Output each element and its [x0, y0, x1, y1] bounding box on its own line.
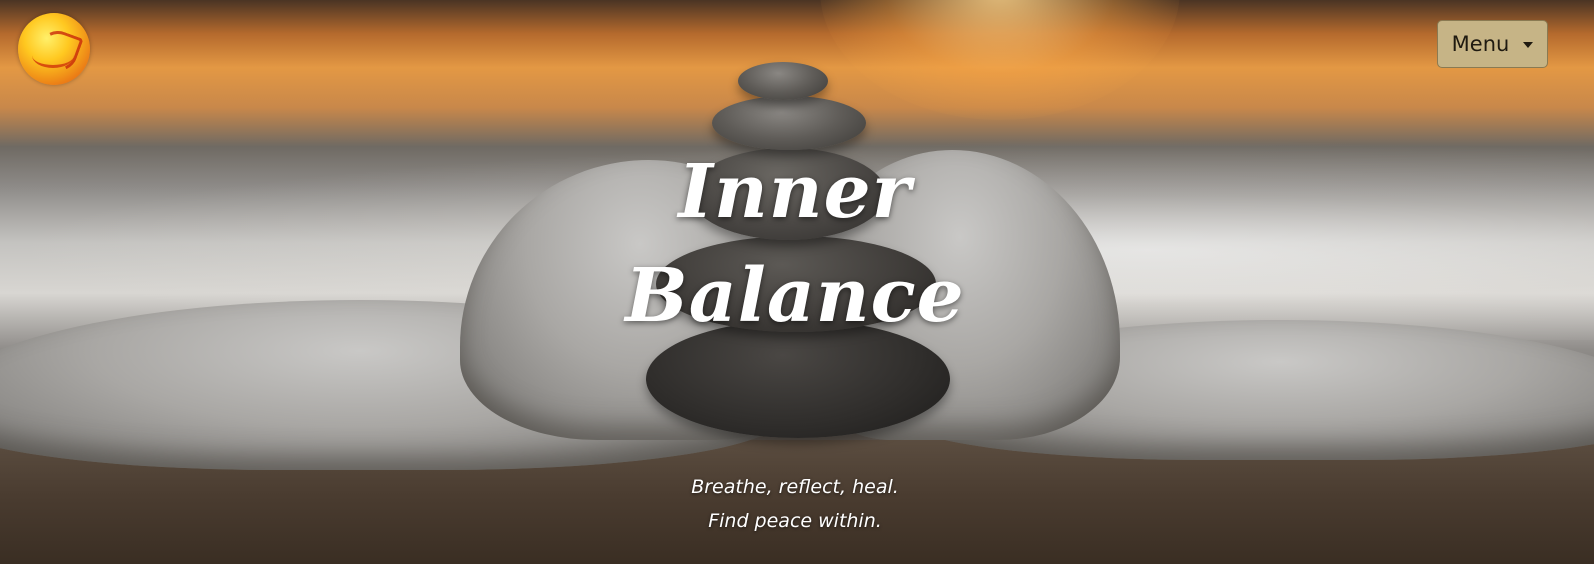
page-title: Inner Balance	[560, 140, 1030, 348]
hero-section: Menu Inner Balance Breathe, reflect, hea…	[0, 0, 1594, 564]
sun-glow	[820, 0, 1180, 120]
menu-label: Menu	[1451, 32, 1510, 56]
title-line-1: Inner	[678, 149, 912, 235]
caret-down-icon	[1523, 42, 1534, 48]
tagline-line-1: Breathe, reflect, heal.	[691, 476, 899, 498]
logo-swirl-lower	[32, 43, 74, 68]
title-line-2: Balance	[625, 253, 965, 339]
phoenix-logo-icon[interactable]	[18, 13, 90, 85]
menu-button[interactable]: Menu	[1437, 20, 1548, 68]
stone-top	[738, 62, 828, 100]
tagline-line-2: Find peace within.	[708, 510, 882, 532]
tagline: Breathe, reflect, heal. Find peace withi…	[580, 470, 1010, 538]
